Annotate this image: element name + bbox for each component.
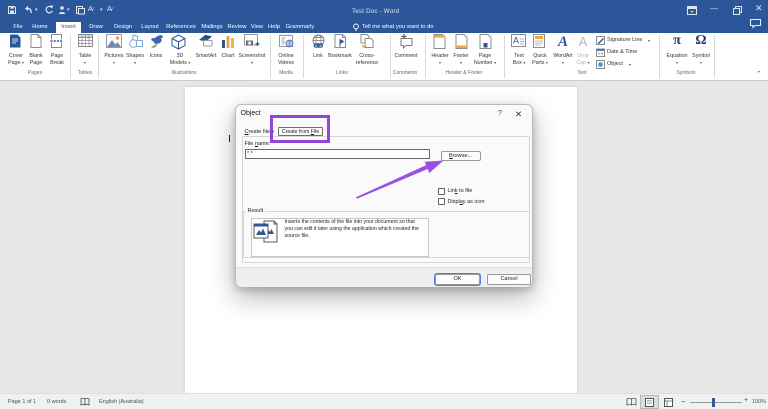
svg-text:A: A [513,36,519,46]
